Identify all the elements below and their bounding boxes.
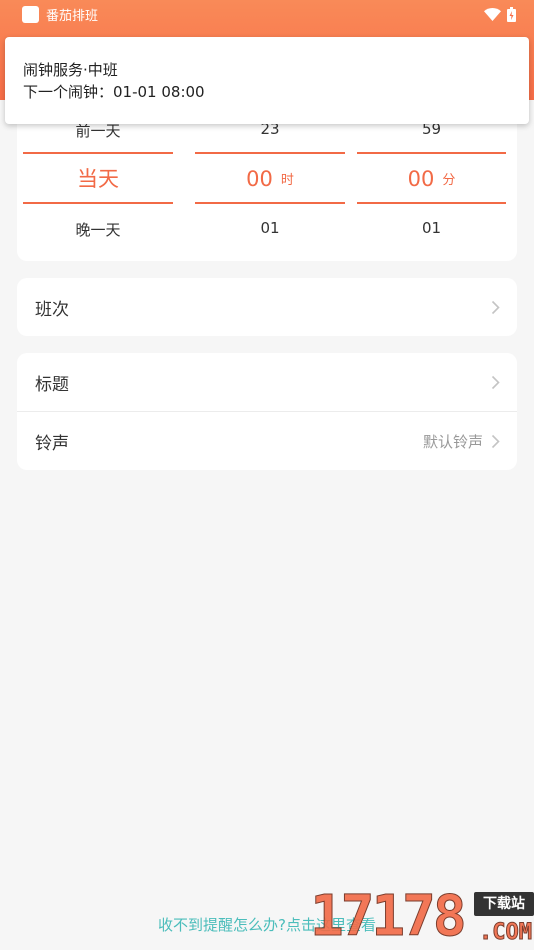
day-selected-text: 当天 bbox=[77, 167, 119, 191]
minute-unit-label: 分 bbox=[442, 173, 456, 188]
chevron-right-icon bbox=[491, 434, 500, 448]
status-bar-content: 番茄排班 bbox=[0, 0, 534, 28]
hour-selected-text: 00 bbox=[246, 167, 273, 191]
wifi-icon bbox=[484, 7, 501, 21]
battery-icon bbox=[507, 6, 516, 22]
selection-line-bottom bbox=[23, 202, 173, 204]
shift-card: 班次 bbox=[17, 278, 517, 336]
title-label: 标题 bbox=[35, 374, 69, 395]
watermark-tag: 下载站 bbox=[474, 892, 534, 916]
shift-label: 班次 bbox=[35, 299, 69, 320]
minute-option-next[interactable]: 01 bbox=[357, 219, 506, 237]
minute-selected-text: 00 bbox=[407, 167, 435, 191]
day-option-selected[interactable]: 当天 bbox=[23, 166, 173, 192]
ringtone-label: 铃声 bbox=[35, 433, 69, 454]
selection-line-bottom bbox=[195, 202, 345, 204]
chevron-right-icon bbox=[491, 375, 500, 389]
watermark-suffix: .COM bbox=[479, 920, 533, 946]
ringtone-value: 默认铃声 bbox=[422, 432, 483, 451]
day-option-next[interactable]: 晚一天 bbox=[23, 219, 173, 240]
alarm-notification[interactable]: 闹钟服务·中班 下一个闹钟：01-01 08:00 bbox=[5, 37, 529, 124]
title-ringtone-card: 标题 铃声 默认铃声 bbox=[17, 353, 517, 470]
site-watermark: 17178 下载站 .COM bbox=[308, 884, 534, 950]
selection-line-top bbox=[23, 152, 173, 154]
notification-next-alarm: 下一个闹钟：01-01 08:00 bbox=[23, 83, 205, 101]
hour-option-next[interactable]: 01 bbox=[195, 219, 345, 237]
app-icon bbox=[22, 5, 39, 23]
watermark-number: 17178 bbox=[310, 884, 468, 949]
minute-option-selected[interactable]: 00 分 bbox=[357, 166, 506, 194]
notification-title: 闹钟服务·中班 bbox=[23, 61, 118, 79]
chevron-right-icon bbox=[491, 300, 500, 314]
title-row[interactable]: 标题 bbox=[17, 353, 517, 411]
hour-option-selected[interactable]: 00 时 bbox=[195, 166, 345, 194]
hour-unit-label: 时 bbox=[280, 173, 294, 188]
selection-line-top bbox=[195, 152, 345, 154]
status-icons bbox=[484, 6, 516, 22]
app-name: 番茄排班 bbox=[46, 8, 99, 24]
selection-line-top bbox=[357, 152, 506, 154]
ringtone-row[interactable]: 铃声 默认铃声 bbox=[17, 412, 517, 470]
shift-row[interactable]: 班次 bbox=[17, 278, 517, 336]
selection-line-bottom bbox=[357, 202, 506, 204]
